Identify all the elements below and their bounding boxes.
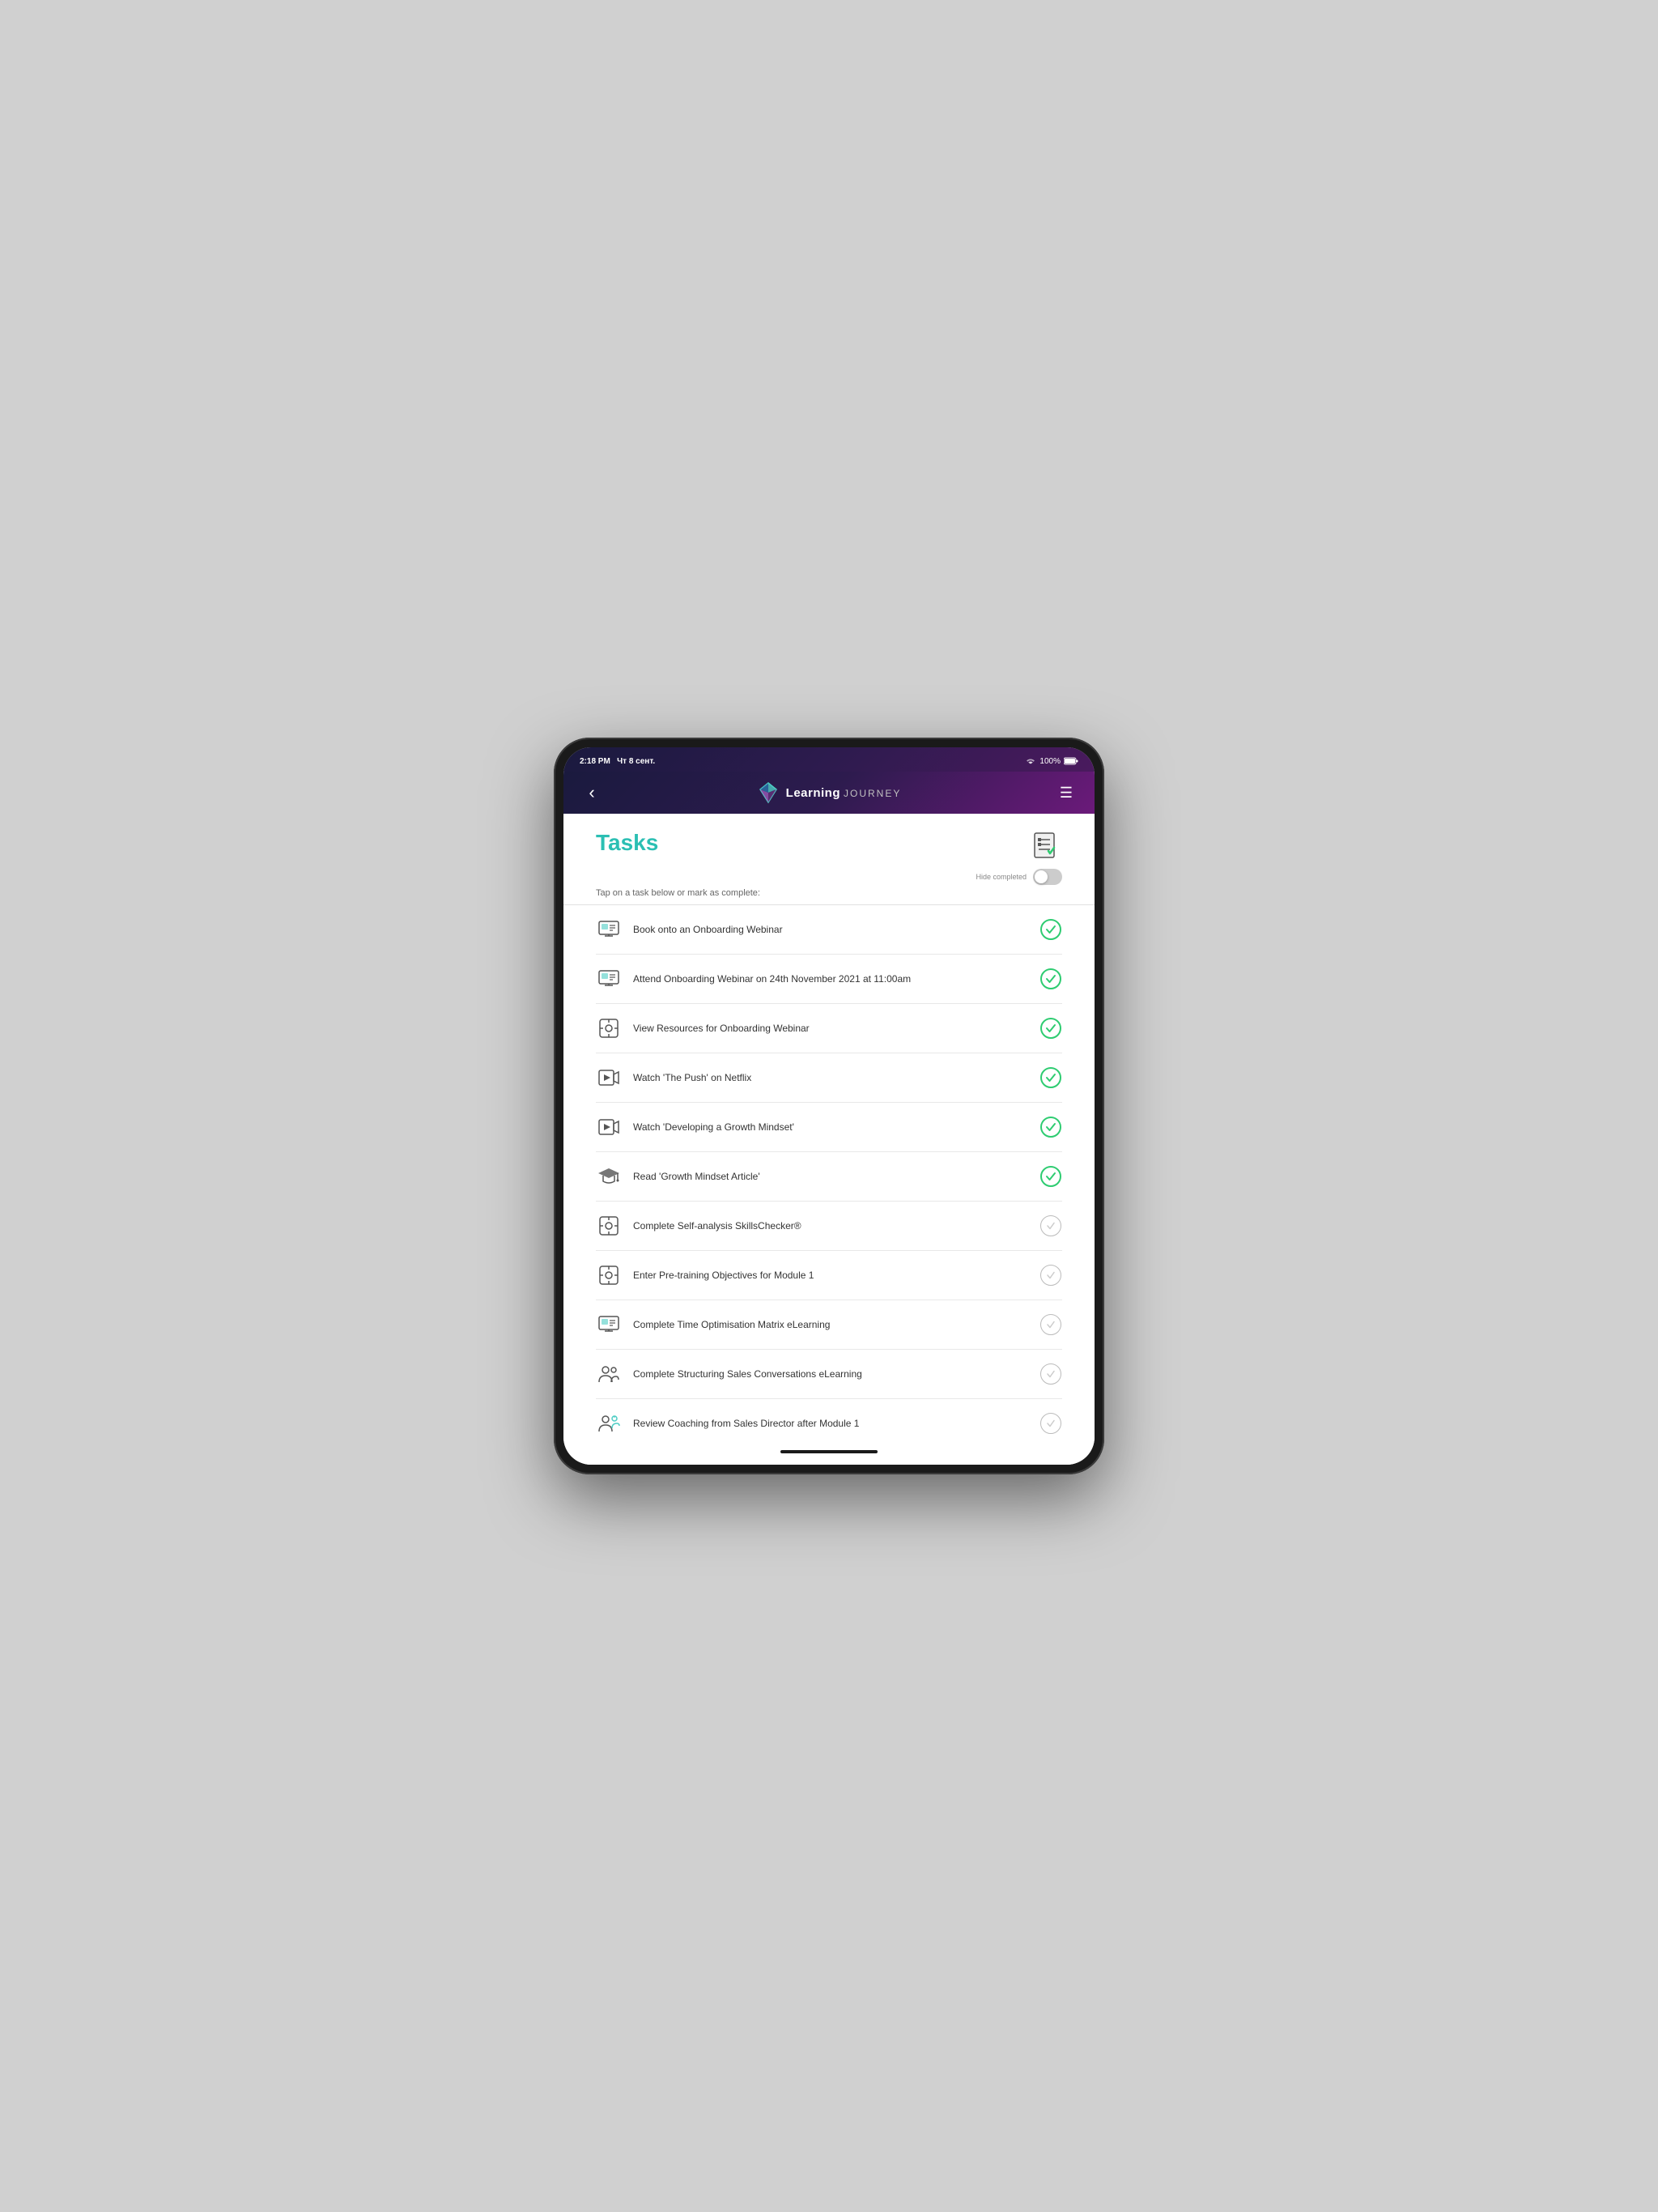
completed-icon	[1040, 1018, 1061, 1039]
check-incomplete[interactable]	[1039, 1313, 1062, 1336]
task-icon-webinar	[596, 917, 622, 942]
task-label: Complete Structuring Sales Conversations…	[633, 1368, 1028, 1381]
check-incomplete[interactable]	[1039, 1214, 1062, 1237]
task-icon-webinar	[596, 966, 622, 992]
nav-logo: Learning JOURNEY	[757, 781, 902, 804]
device-screen: 2:18 PM Чт 8 сент. 100% ‹	[563, 747, 1095, 1465]
task-item[interactable]: Book onto an Onboarding Webinar	[596, 905, 1062, 955]
bottom-bar-area	[563, 1447, 1095, 1465]
tasks-checklist-icon	[1030, 830, 1062, 862]
status-time: 2:18 PM	[580, 757, 610, 766]
task-item[interactable]: Enter Pre-training Objectives for Module…	[596, 1251, 1062, 1300]
task-label: Watch 'Developing a Growth Mindset'	[633, 1121, 1028, 1134]
nav-bar: ‹ Learning JOURNEY ☰	[563, 772, 1095, 814]
menu-button[interactable]: ☰	[1054, 781, 1078, 805]
task-label: Attend Onboarding Webinar on 24th Novemb…	[633, 972, 1028, 986]
task-item[interactable]: Read 'Growth Mindset Article'	[596, 1152, 1062, 1202]
check-completed[interactable]	[1039, 1017, 1062, 1040]
task-label: Book onto an Onboarding Webinar	[633, 923, 1028, 937]
task-label: Watch 'The Push' on Netflix	[633, 1071, 1028, 1085]
task-label: Review Coaching from Sales Director afte…	[633, 1417, 1028, 1431]
completed-icon	[1040, 1166, 1061, 1187]
task-icon-settings	[596, 1213, 622, 1239]
main-content[interactable]: Tasks Hide completed	[563, 814, 1095, 1447]
check-incomplete[interactable]	[1039, 1412, 1062, 1435]
incomplete-icon	[1040, 1363, 1061, 1385]
status-time-date: 2:18 PM Чт 8 сент.	[580, 757, 655, 766]
logo-journey: JOURNEY	[844, 788, 901, 799]
completed-icon	[1040, 919, 1061, 940]
logo-text: Learning JOURNEY	[786, 786, 902, 800]
wifi-icon	[1025, 757, 1036, 765]
task-icon-people	[596, 1361, 622, 1387]
check-completed[interactable]	[1039, 918, 1062, 941]
incomplete-icon	[1040, 1215, 1061, 1236]
logo-diamond-icon	[757, 781, 780, 804]
completed-icon	[1040, 968, 1061, 989]
status-icons: 100%	[1025, 757, 1078, 766]
check-incomplete[interactable]	[1039, 1264, 1062, 1287]
battery-text: 100%	[1039, 757, 1061, 766]
task-item[interactable]: Attend Onboarding Webinar on 24th Novemb…	[596, 955, 1062, 1004]
page-title: Tasks	[596, 830, 658, 856]
task-label: Complete Self-analysis SkillsChecker®	[633, 1219, 1028, 1233]
incomplete-icon	[1040, 1314, 1061, 1335]
task-icon-coaching	[596, 1410, 622, 1436]
toggle-knob	[1035, 870, 1048, 883]
completed-icon	[1040, 1117, 1061, 1138]
task-icon-video	[596, 1114, 622, 1140]
battery-icon	[1064, 757, 1078, 765]
check-completed[interactable]	[1039, 1165, 1062, 1188]
task-icon-video	[596, 1065, 622, 1091]
task-item[interactable]: Watch 'Developing a Growth Mindset'	[596, 1103, 1062, 1152]
back-button[interactable]: ‹	[580, 781, 604, 805]
task-item[interactable]: Complete Self-analysis SkillsChecker®	[596, 1202, 1062, 1251]
task-icon-webinar	[596, 1312, 622, 1338]
check-completed[interactable]	[1039, 1066, 1062, 1089]
check-completed[interactable]	[1039, 968, 1062, 990]
device-frame: 2:18 PM Чт 8 сент. 100% ‹	[554, 738, 1104, 1474]
hide-completed-toggle[interactable]	[1033, 869, 1062, 885]
task-list: Book onto an Onboarding Webinar Attend O…	[596, 905, 1062, 1447]
tasks-header: Tasks	[596, 830, 1062, 862]
task-item[interactable]: Watch 'The Push' on Netflix	[596, 1053, 1062, 1103]
task-icon-graduation	[596, 1163, 622, 1189]
status-date: Чт 8 сент.	[617, 757, 655, 766]
task-icon-settings	[596, 1262, 622, 1288]
completed-icon	[1040, 1067, 1061, 1088]
check-completed[interactable]	[1039, 1116, 1062, 1138]
task-label: Complete Time Optimisation Matrix eLearn…	[633, 1318, 1028, 1332]
hide-completed-row: Hide completed	[596, 869, 1062, 885]
task-label: Enter Pre-training Objectives for Module…	[633, 1269, 1028, 1283]
hide-completed-label: Hide completed	[976, 873, 1027, 882]
task-item[interactable]: View Resources for Onboarding Webinar	[596, 1004, 1062, 1053]
task-label: View Resources for Onboarding Webinar	[633, 1022, 1028, 1036]
tasks-subtitle: Tap on a task below or mark as complete:	[596, 888, 1062, 898]
task-icon-settings	[596, 1015, 622, 1041]
task-item[interactable]: Complete Time Optimisation Matrix eLearn…	[596, 1300, 1062, 1350]
incomplete-icon	[1040, 1265, 1061, 1286]
incomplete-icon	[1040, 1413, 1061, 1434]
task-item[interactable]: Complete Structuring Sales Conversations…	[596, 1350, 1062, 1399]
logo-learning: Learning	[786, 786, 840, 800]
home-indicator	[780, 1450, 878, 1453]
check-incomplete[interactable]	[1039, 1363, 1062, 1385]
task-label: Read 'Growth Mindset Article'	[633, 1170, 1028, 1184]
status-bar: 2:18 PM Чт 8 сент. 100%	[563, 747, 1095, 772]
task-item[interactable]: Review Coaching from Sales Director afte…	[596, 1399, 1062, 1447]
